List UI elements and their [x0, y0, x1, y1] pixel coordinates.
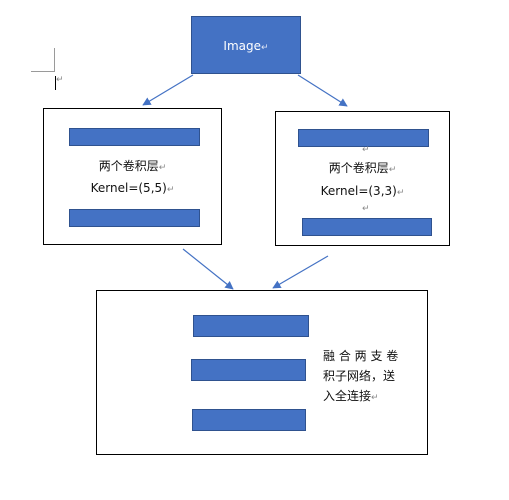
connector-arrows — [142, 74, 348, 290]
arrow-right-to-fusion — [272, 255, 329, 289]
arrow-image-to-right — [297, 74, 348, 107]
arrow-left-to-fusion — [182, 248, 234, 290]
arrow-image-to-left — [142, 74, 194, 106]
